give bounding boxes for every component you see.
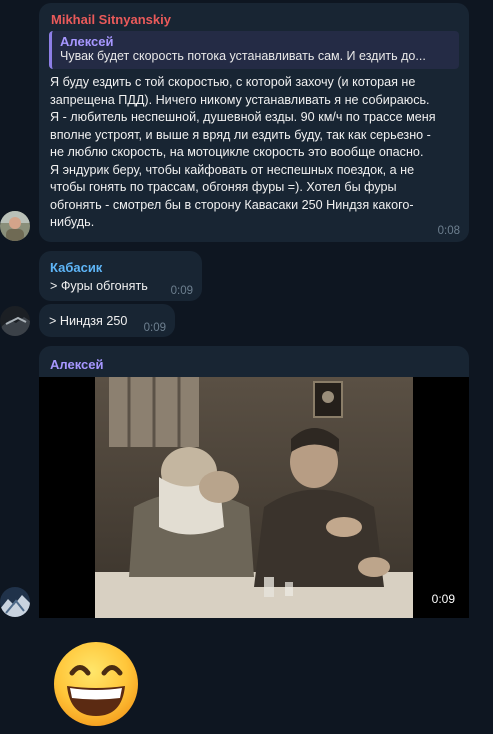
message-line: обгонять - смотрел бы в сторону Кавасаки… bbox=[50, 197, 414, 212]
grinning-face-icon bbox=[54, 642, 138, 726]
avatar-mikhail[interactable] bbox=[0, 211, 30, 241]
message-time: 0:09 bbox=[170, 285, 193, 297]
message-bubble-mikhail[interactable]: Mikhail Sitnyanskiy Алексей Чувак будет … bbox=[39, 3, 469, 242]
reply-quote-author: Алексей bbox=[60, 34, 114, 49]
message-bubble-kabasik[interactable]: Кабасик > Фуры обгонять 0:09 bbox=[39, 251, 202, 301]
avatar-aleksey[interactable] bbox=[0, 587, 30, 617]
message-line: Я эндурик беру, чтобы кайфовать от неспе… bbox=[50, 162, 415, 177]
reply-quote-text: Чувак будет скорость потока устанавливат… bbox=[60, 49, 426, 63]
sender-name[interactable]: Mikhail Sitnyanskiy bbox=[51, 12, 171, 27]
message-line: Я буду ездить с той скоростью, с которой… bbox=[50, 75, 416, 89]
message-line: запрещена ПДД). Ничего никому устанавлив… bbox=[50, 92, 430, 107]
message-text: > Ниндзя 250 bbox=[49, 314, 128, 328]
video-thumbnail bbox=[39, 377, 469, 618]
message-line: не люблю скорость, на мотоцикле скорость… bbox=[50, 145, 424, 159]
message-line: чтобы гонять по трассам, обгоняя фуры =)… bbox=[50, 180, 397, 194]
message-line: вполне устроят, и выше я вряд ли ездить … bbox=[50, 127, 431, 142]
message-time: 0:08 bbox=[437, 225, 460, 237]
message-line: Я - любитель неспешной, душевной езды. 9… bbox=[50, 110, 436, 124]
message-text: Я буду ездить с той скоростью, с которой… bbox=[50, 74, 462, 232]
reply-quote[interactable]: Алексей Чувак будет скорость потока уста… bbox=[49, 31, 459, 69]
sender-name[interactable]: Алексей bbox=[50, 357, 104, 372]
message-bubble-kabasik-2[interactable]: > Ниндзя 250 0:09 bbox=[39, 304, 175, 337]
message-text: > Фуры обгонять bbox=[50, 279, 148, 293]
emoji-message[interactable] bbox=[52, 640, 140, 728]
avatar-kabasik[interactable] bbox=[0, 306, 30, 336]
video-duration: 0:09 bbox=[427, 590, 459, 608]
sender-name[interactable]: Кабасик bbox=[50, 260, 102, 275]
message-time: 0:09 bbox=[143, 322, 166, 334]
video-player[interactable]: 0:09 bbox=[39, 377, 469, 618]
message-line: нибудь. bbox=[50, 215, 95, 229]
